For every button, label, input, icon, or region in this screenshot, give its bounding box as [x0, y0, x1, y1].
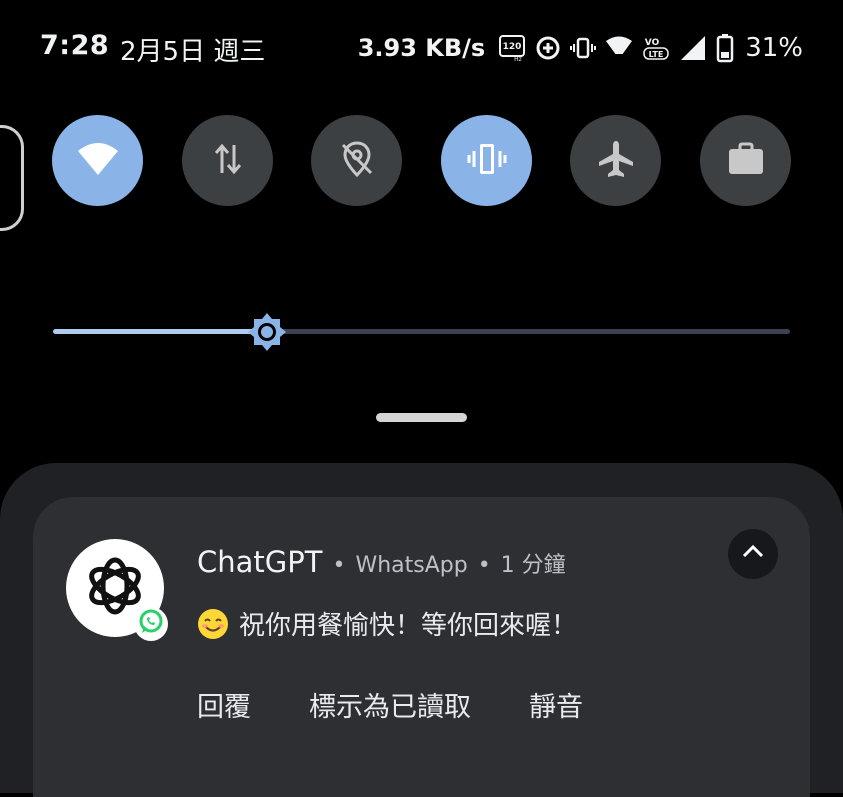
tile-mobile-data[interactable] [182, 115, 273, 206]
status-icons: 3.93 KB/s 120 Hz VO LTE 31% [358, 28, 803, 68]
notification-time: 1 分鐘 [500, 553, 566, 578]
smiling-face-icon [197, 608, 229, 640]
message-text: 祝你用餐愉快！等你回來喔！ [239, 611, 578, 641]
cell-signal-icon [679, 34, 707, 62]
airplane-icon [596, 139, 636, 183]
edge-panel-handle[interactable] [0, 125, 24, 231]
vibrate-icon [467, 141, 507, 181]
brightness-thumb[interactable] [247, 312, 287, 352]
data-arrows-icon [212, 141, 244, 181]
brightness-slider[interactable] [53, 310, 790, 354]
collapse-button[interactable] [728, 529, 778, 579]
volte-icon: VO LTE [642, 34, 670, 62]
separator: • [332, 553, 346, 578]
brightness-fill [53, 329, 267, 334]
volte-bottom-label: LTE [649, 50, 664, 59]
mark-as-read-button[interactable]: 標示為已讀取 [309, 685, 471, 724]
notification-card[interactable]: ChatGPT • WhatsApp • 1 分鐘 祝你用餐愉快！等你回來喔！ … [33, 497, 810, 797]
hz-sub-label: Hz [514, 56, 522, 62]
tile-work-profile[interactable] [700, 115, 791, 206]
notification-actions: 回覆 標示為已讀取 靜音 [197, 685, 641, 724]
hz-label: 120 [503, 42, 522, 52]
shade-drag-handle[interactable] [376, 413, 467, 422]
wifi-signal-icon [605, 35, 633, 61]
notification-header: ChatGPT • WhatsApp • 1 分鐘 [197, 545, 566, 579]
network-speed: 3.93 KB/s [357, 34, 486, 62]
date: 2月5日 週三 [120, 37, 266, 67]
notification-app-name: WhatsApp [355, 553, 468, 578]
tile-vibrate[interactable] [441, 115, 532, 206]
app-badge [134, 607, 168, 641]
tile-wifi[interactable] [52, 115, 143, 206]
whatsapp-icon [138, 609, 164, 639]
separator: • [477, 553, 491, 578]
location-off-icon [337, 139, 377, 183]
status-bar: 7:28 2月5日 週三 3.93 KB/s 120 Hz VO LTE 31% [0, 0, 843, 100]
tile-airplane-mode[interactable] [570, 115, 661, 206]
wifi-icon [77, 141, 119, 181]
clock: 7:28 [40, 30, 110, 61]
battery-icon [716, 33, 734, 63]
vibrate-icon [570, 35, 597, 61]
battery-percent: 31% [745, 33, 803, 63]
120hz-icon: 120 Hz [498, 34, 526, 62]
brightness-icon [247, 313, 287, 356]
briefcase-icon [726, 141, 766, 181]
volte-top-label: VO [645, 38, 660, 48]
tile-location[interactable] [311, 115, 402, 206]
data-saver-icon [535, 35, 561, 61]
chevron-up-icon [740, 539, 766, 569]
reply-button[interactable]: 回覆 [197, 685, 251, 724]
mute-button[interactable]: 靜音 [529, 685, 583, 724]
notification-title: ChatGPT [197, 545, 323, 579]
notification-message: 祝你用餐愉快！等你回來喔！ [197, 605, 577, 642]
